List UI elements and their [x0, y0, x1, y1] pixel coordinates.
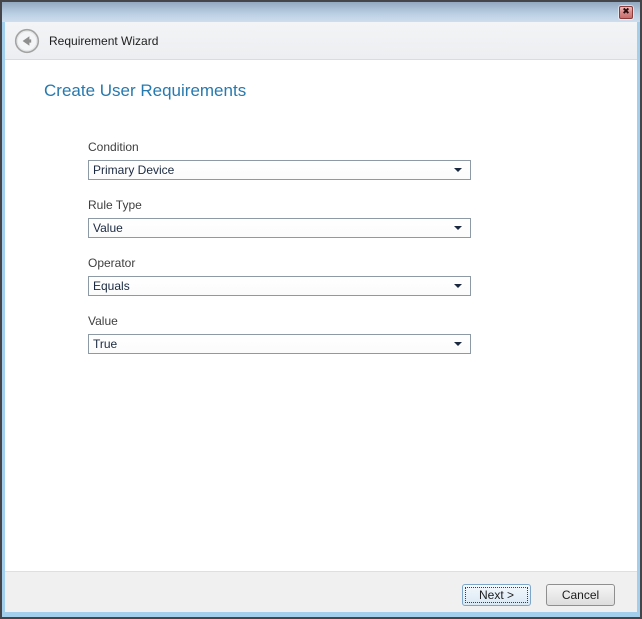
requirements-form: Condition Primary Device Rule Type Value…: [88, 140, 471, 372]
value-value: True: [93, 337, 454, 351]
field-value: Value True: [88, 314, 471, 354]
value-label: Value: [88, 314, 471, 328]
wizard-footer: Next > Cancel: [5, 571, 637, 612]
wizard-header-title: Requirement Wizard: [49, 34, 158, 48]
client-area: Requirement Wizard Create User Requireme…: [5, 22, 637, 612]
wizard-window: ✖ Requirement Wizard Create User Require…: [0, 0, 642, 619]
rule-type-value: Value: [93, 221, 454, 235]
back-arrow-icon: [14, 28, 40, 54]
rule-type-label: Rule Type: [88, 198, 471, 212]
condition-label: Condition: [88, 140, 471, 154]
operator-value: Equals: [93, 279, 454, 293]
cancel-button[interactable]: Cancel: [546, 584, 615, 606]
wizard-content: Create User Requirements Condition Prima…: [5, 60, 637, 571]
titlebar: ✖: [2, 2, 640, 22]
condition-value: Primary Device: [93, 163, 454, 177]
rule-type-combobox[interactable]: Value: [88, 218, 471, 238]
operator-combobox[interactable]: Equals: [88, 276, 471, 296]
chevron-down-icon: [454, 226, 462, 230]
wizard-header: Requirement Wizard: [5, 22, 637, 60]
field-operator: Operator Equals: [88, 256, 471, 296]
back-button[interactable]: [14, 28, 40, 54]
next-button[interactable]: Next >: [462, 584, 531, 606]
chevron-down-icon: [454, 168, 462, 172]
field-rule-type: Rule Type Value: [88, 198, 471, 238]
value-combobox[interactable]: True: [88, 334, 471, 354]
chevron-down-icon: [454, 284, 462, 288]
close-button[interactable]: ✖: [619, 6, 633, 19]
close-icon: ✖: [622, 8, 630, 17]
condition-combobox[interactable]: Primary Device: [88, 160, 471, 180]
page-title: Create User Requirements: [44, 81, 246, 101]
operator-label: Operator: [88, 256, 471, 270]
field-condition: Condition Primary Device: [88, 140, 471, 180]
chevron-down-icon: [454, 342, 462, 346]
